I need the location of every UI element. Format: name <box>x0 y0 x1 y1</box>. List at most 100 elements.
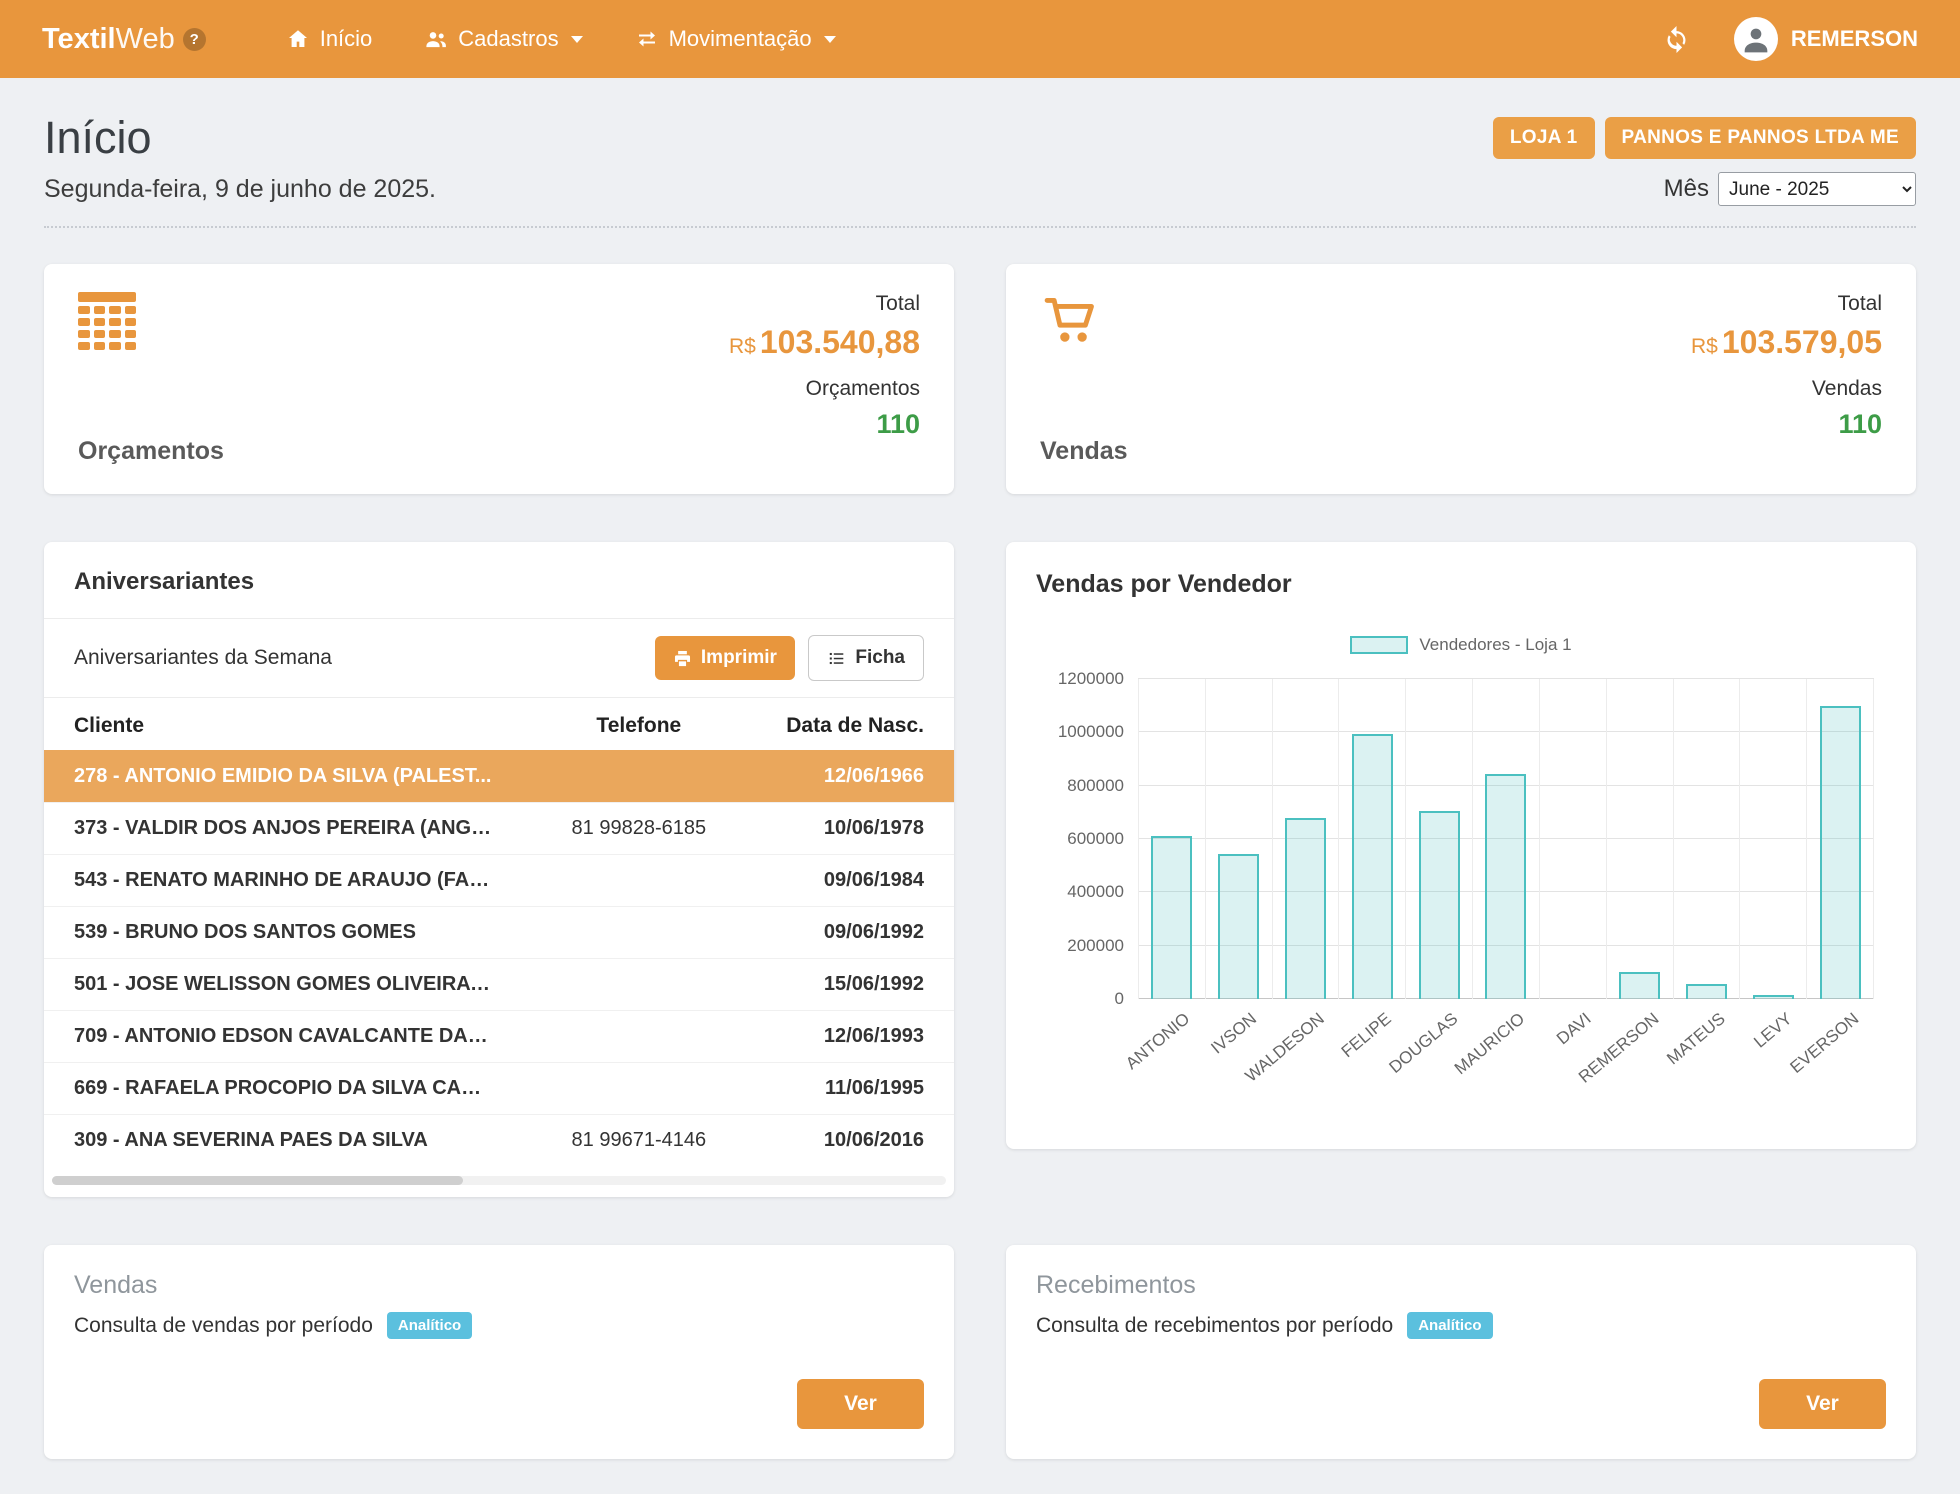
table-row[interactable]: 373 - VALDIR DOS ANJOS PEREIRA (ANGE... … <box>44 803 954 855</box>
cell-cliente: 669 - RAFAELA PROCOPIO DA SILVA CARV... <box>44 1063 524 1115</box>
table-row[interactable]: 709 - ANTONIO EDSON CAVALCANTE DAN... 12… <box>44 1011 954 1063</box>
shopping-cart-icon <box>1040 292 1100 348</box>
cell-telefone: 81 99828-6185 <box>524 803 754 855</box>
ver-recebimentos-button[interactable]: Ver <box>1759 1379 1886 1429</box>
chart-x-axis-labels: ANTONIOIVSONWALDESONFELIPEDOUGLASMAURICI… <box>1138 999 1874 1094</box>
nav-item-cadastros[interactable]: Cadastros <box>406 14 600 64</box>
brand-web: Web <box>116 23 175 56</box>
x-axis-slot: EVERSON <box>1807 999 1874 1094</box>
cell-cliente: 309 - ANA SEVERINA PAES DA SILVA <box>44 1115 524 1167</box>
table-row[interactable]: 543 - RENATO MARINHO DE ARAUJO (FAZ... 0… <box>44 855 954 907</box>
user-menu[interactable]: REMERSON <box>1734 17 1918 61</box>
y-axis-tick: 1200000 <box>1058 669 1124 689</box>
table-row[interactable]: 278 - ANTONIO EMIDIO DA SILVA (PALEST...… <box>44 751 954 803</box>
table-row[interactable]: 309 - ANA SEVERINA PAES DA SILVA 81 9967… <box>44 1115 954 1167</box>
x-axis-slot: DOUGLAS <box>1406 999 1473 1094</box>
bar[interactable] <box>1352 734 1393 999</box>
refresh-icon[interactable] <box>1663 26 1690 53</box>
x-axis-slot: REMERSON <box>1606 999 1673 1094</box>
brand[interactable]: TextilWeb ? <box>42 23 206 56</box>
table-row[interactable]: 501 - JOSE WELISSON GOMES OLIVEIRA (... … <box>44 959 954 1011</box>
nav-item-label: Cadastros <box>458 26 558 52</box>
bar-slot <box>1806 679 1873 999</box>
company-badge[interactable]: PANNOS E PANNOS LTDA ME <box>1605 117 1916 159</box>
date-row: Segunda-feira, 9 de junho de 2025. Mês J… <box>44 172 1916 228</box>
caret-down-icon <box>571 36 583 43</box>
ficha-button-label: Ficha <box>855 647 905 669</box>
cell-cliente: 709 - ANTONIO EDSON CAVALCANTE DAN... <box>44 1011 524 1063</box>
vendas-report-card: Vendas Consulta de vendas por período An… <box>44 1245 954 1459</box>
bar[interactable] <box>1820 706 1861 999</box>
nav-item-label: Início <box>320 26 373 52</box>
cell-nascimento: 12/06/1993 <box>754 1011 954 1063</box>
summary-cards: Orçamentos Total R$103.540,88 Orçamentos… <box>44 264 1916 494</box>
cell-telefone <box>524 855 754 907</box>
scrollbar-thumb[interactable] <box>52 1176 463 1185</box>
x-axis-slot: MAURICIO <box>1473 999 1540 1094</box>
x-axis-slot: WALDESON <box>1272 999 1339 1094</box>
y-axis-tick: 800000 <box>1067 776 1124 796</box>
print-button-label: Imprimir <box>701 647 777 669</box>
y-axis-tick: 1000000 <box>1058 722 1124 742</box>
vendas-card: Vendas Total R$103.579,05 Vendas 110 <box>1006 264 1916 494</box>
total-label: Total <box>1691 292 1882 316</box>
analitico-badge: Analítico <box>387 1312 472 1339</box>
bar-slot <box>1472 679 1539 999</box>
cell-telefone <box>524 959 754 1011</box>
count-value: 110 <box>1691 409 1882 440</box>
cell-cliente: 373 - VALDIR DOS ANJOS PEREIRA (ANGE... <box>44 803 524 855</box>
help-icon[interactable]: ? <box>183 28 206 51</box>
brand-textil: Textil <box>42 23 116 56</box>
cell-cliente: 543 - RENATO MARINHO DE ARAUJO (FAZ... <box>44 855 524 907</box>
exchange-icon <box>635 27 659 51</box>
analitico-badge: Analítico <box>1407 1312 1492 1339</box>
month-select[interactable]: June - 2025 <box>1718 172 1916 206</box>
page-title: Início <box>44 112 152 164</box>
caret-down-icon <box>824 36 836 43</box>
birthdays-panel: Aniversariantes Aniversariantes da Seman… <box>44 542 954 1197</box>
month-filter: Mês June - 2025 <box>1664 172 1916 206</box>
bar[interactable] <box>1419 811 1460 999</box>
bar[interactable] <box>1686 984 1727 999</box>
bar[interactable] <box>1285 818 1326 999</box>
total-value: R$103.540,88 <box>729 324 920 361</box>
chart-title: Vendas por Vendedor <box>1036 570 1886 599</box>
nav-item-inicio[interactable]: Início <box>268 14 391 64</box>
chart-legend[interactable]: Vendedores - Loja 1 <box>1036 635 1886 655</box>
cell-telefone <box>524 907 754 959</box>
report-title: Vendas <box>74 1271 924 1300</box>
store-badge[interactable]: LOJA 1 <box>1493 117 1595 159</box>
bar-slot <box>1606 679 1673 999</box>
navbar-right: REMERSON <box>1663 17 1918 61</box>
bar[interactable] <box>1485 774 1526 999</box>
bar[interactable] <box>1151 836 1192 999</box>
y-axis-tick: 400000 <box>1067 882 1124 902</box>
y-axis-tick: 200000 <box>1067 936 1124 956</box>
table-row[interactable]: 669 - RAFAELA PROCOPIO DA SILVA CARV... … <box>44 1063 954 1115</box>
total-value: R$103.579,05 <box>1691 324 1882 361</box>
report-title: Recebimentos <box>1036 1271 1886 1300</box>
birthdays-table: Cliente Telefone Data de Nasc. 278 - ANT… <box>44 698 954 1166</box>
cell-nascimento: 09/06/1984 <box>754 855 954 907</box>
cell-nascimento: 09/06/1992 <box>754 907 954 959</box>
count-label: Vendas <box>1691 377 1882 401</box>
cell-telefone <box>524 1011 754 1063</box>
bar-slot <box>1673 679 1740 999</box>
y-axis-tick: 600000 <box>1067 829 1124 849</box>
ficha-button[interactable]: Ficha <box>808 635 924 681</box>
top-navbar: TextilWeb ? Início Cadastros Movimentaçã… <box>0 0 1960 78</box>
x-axis-label: DAVI <box>1553 1009 1595 1049</box>
birthdays-subtitle: Aniversariantes da Semana <box>74 646 332 670</box>
bar-slot <box>1338 679 1405 999</box>
bar[interactable] <box>1218 854 1259 999</box>
bar-slot <box>1138 679 1205 999</box>
nav-item-movimentacao[interactable]: Movimentação <box>617 14 854 64</box>
bar[interactable] <box>1619 972 1660 999</box>
y-axis-tick: 0 <box>1115 989 1124 1009</box>
cell-telefone <box>524 751 754 803</box>
orcamentos-card: Orçamentos Total R$103.540,88 Orçamentos… <box>44 264 954 494</box>
table-row[interactable]: 539 - BRUNO DOS SANTOS GOMES 09/06/1992 <box>44 907 954 959</box>
print-button[interactable]: Imprimir <box>655 636 795 680</box>
bar-chart-plot: 020000040000060000080000010000001200000 <box>1138 679 1874 999</box>
ver-vendas-button[interactable]: Ver <box>797 1379 924 1429</box>
